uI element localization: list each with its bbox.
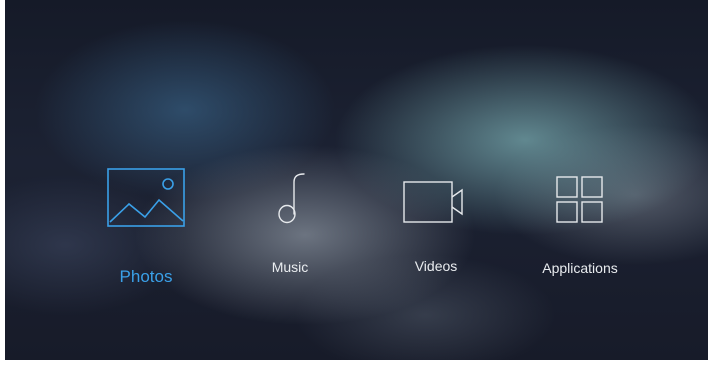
video-camera-icon	[403, 181, 463, 223]
menu-item-applications-label: Applications	[542, 260, 618, 276]
menu-item-photos-label: Photos	[119, 267, 173, 286]
menu-item-music-label: Music	[271, 259, 309, 275]
menu-item-applications[interactable]: Applications	[525, 176, 635, 276]
menu-item-videos[interactable]: Videos	[391, 181, 481, 274]
menu-item-videos-label: Videos	[414, 258, 458, 274]
grid-icon	[556, 176, 603, 223]
music-note-icon	[278, 173, 305, 224]
menu-item-photos[interactable]: Photos	[105, 168, 187, 287]
menu-item-music[interactable]: Music	[245, 172, 335, 275]
photo-icon	[107, 168, 185, 227]
home-screen: Photos Music Videos Applications	[5, 0, 708, 360]
